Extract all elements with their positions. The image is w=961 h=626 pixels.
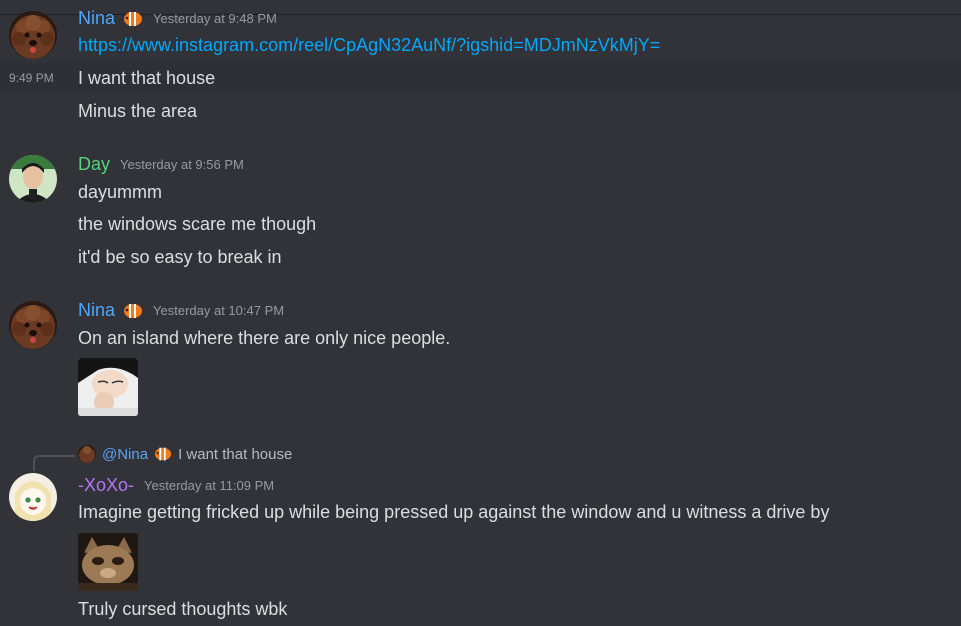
clownfish-icon (154, 445, 172, 463)
sticker-image-praying-girl[interactable] (78, 358, 138, 416)
message-text: it'd be so easy to break in (78, 247, 282, 267)
message-text: the windows scare me though (78, 214, 317, 234)
avatar-nina[interactable] (9, 11, 57, 59)
username-nina[interactable]: Nina (78, 300, 115, 321)
avatar-day[interactable] (9, 155, 57, 203)
message-text: Imagine getting fricked up while being p… (78, 502, 830, 522)
avatar-nina[interactable] (9, 301, 57, 349)
clownfish-icon (123, 9, 143, 29)
username-xoxo[interactable]: -XoXo- (78, 475, 134, 496)
message-timestamp: Yesterday at 10:47 PM (153, 303, 285, 318)
reply-connector (33, 455, 75, 471)
reply-text: I want that house (178, 445, 293, 463)
message-text: Minus the area (78, 101, 198, 121)
message-timestamp: Yesterday at 11:09 PM (144, 478, 275, 493)
message-timestamp: Yesterday at 9:48 PM (153, 11, 277, 26)
message-link[interactable]: https://www.instagram.com/reel/CpAgN32Au… (78, 35, 660, 56)
reply-mention[interactable]: @Nina (102, 446, 148, 463)
avatar-nina-mini (78, 445, 96, 463)
clownfish-icon (123, 301, 143, 321)
hover-timestamp: 9:49 PM (9, 71, 54, 85)
avatar-xoxo[interactable] (9, 473, 57, 521)
message-text: Truly cursed thoughts wbk (78, 599, 288, 619)
message-text: On an island where there are only nice p… (78, 328, 451, 348)
message-text: dayummm (78, 182, 163, 202)
username-nina[interactable]: Nina (78, 8, 115, 29)
message-timestamp: Yesterday at 9:56 PM (120, 157, 244, 172)
reply-preview[interactable]: @Nina I want that house (78, 445, 292, 463)
username-day[interactable]: Day (78, 154, 110, 175)
sticker-image-cat[interactable] (78, 533, 138, 591)
message-text: I want that house (78, 68, 216, 88)
